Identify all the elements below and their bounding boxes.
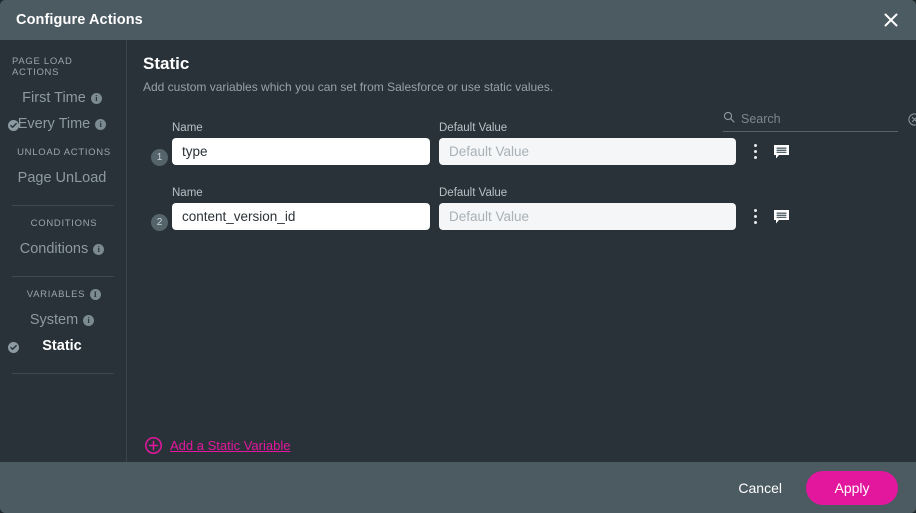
kebab-menu-icon[interactable] — [754, 209, 758, 224]
sidebar-item-conditions[interactable]: Conditions i — [0, 236, 126, 262]
column-header-name: Name — [172, 122, 203, 134]
apply-button[interactable]: Apply — [806, 470, 898, 505]
configure-actions-dialog: Configure Actions PAGE LOAD ACTIONS Firs… — [0, 0, 916, 513]
dialog-body: PAGE LOAD ACTIONS First Time i Every Tim… — [0, 40, 916, 462]
page-subtitle: Add custom variables which you can set f… — [143, 80, 554, 94]
sidebar-divider-1 — [12, 205, 114, 206]
dialog-titlebar: Configure Actions — [0, 0, 916, 40]
variable-default-value-input[interactable] — [439, 203, 736, 230]
sidebar-item-label: First Time — [22, 90, 86, 106]
info-icon[interactable]: i — [95, 118, 107, 130]
sidebar-group-variables: VARIABLES i — [0, 289, 126, 300]
row-index-badge: 2 — [151, 214, 168, 231]
static-variables-list: Name Default Value 1 type Default Value … — [143, 122, 898, 252]
clear-circle-icon[interactable] — [908, 112, 916, 126]
check-circle-icon — [8, 341, 19, 353]
column-header-name: Name — [172, 187, 203, 199]
sidebar-group-unload-actions: UNLOAD ACTIONS — [0, 147, 126, 158]
comment-icon[interactable] — [773, 144, 790, 160]
sidebar-group-conditions: CONDITIONS — [0, 218, 126, 229]
sidebar-item-label: Static — [42, 338, 82, 354]
row-actions — [754, 144, 790, 160]
row-fields — [143, 203, 898, 230]
column-header-default-value: Default Value — [439, 187, 508, 199]
sidebar-group-label: CONDITIONS — [30, 218, 98, 229]
sidebar-item-label: Page UnLoad — [17, 170, 107, 186]
variable-default-value-input[interactable] — [439, 138, 736, 165]
variable-name-input[interactable] — [172, 138, 430, 165]
sidebar-item-label: System — [29, 312, 79, 328]
sidebar-group-label: UNLOAD ACTIONS — [17, 147, 111, 158]
main-panel: Static Add custom variables which you ca… — [127, 40, 916, 462]
sidebar-group-label: VARIABLES — [26, 289, 86, 300]
sidebar: PAGE LOAD ACTIONS First Time i Every Tim… — [0, 40, 127, 462]
sidebar-item-label: Conditions — [19, 241, 89, 257]
sidebar-item-static[interactable]: Static — [0, 333, 126, 359]
row-actions — [754, 209, 790, 225]
cancel-button[interactable]: Cancel — [738, 480, 782, 496]
dialog-footer: Cancel Apply — [0, 462, 916, 513]
add-static-variable-button[interactable]: Add a Static Variable — [145, 437, 290, 454]
sidebar-item-every-time[interactable]: Every Time i — [0, 111, 126, 137]
sidebar-item-page-unload[interactable]: Page UnLoad — [0, 165, 126, 191]
row-labels: Name Default Value — [143, 187, 898, 199]
kebab-menu-icon[interactable] — [754, 144, 758, 159]
check-circle-icon — [8, 119, 19, 131]
add-static-variable-label: Add a Static Variable — [170, 438, 291, 453]
sidebar-item-system[interactable]: System i — [0, 307, 126, 333]
sidebar-group-page-load-actions: PAGE LOAD ACTIONS — [0, 56, 126, 78]
variable-name-input[interactable] — [172, 203, 430, 230]
sidebar-item-label: Every Time — [17, 116, 91, 132]
row-index-badge: 1 — [151, 149, 168, 166]
table-row: Name Default Value 1 — [143, 122, 898, 187]
info-icon[interactable]: i — [83, 314, 95, 326]
info-icon[interactable]: i — [93, 243, 105, 255]
comment-icon[interactable] — [773, 209, 790, 225]
sidebar-divider-2 — [12, 276, 114, 277]
plus-circle-icon — [145, 437, 162, 454]
row-fields — [143, 138, 898, 165]
info-icon[interactable]: i — [90, 92, 102, 104]
info-icon[interactable]: i — [90, 289, 102, 300]
table-row: Name Default Value 2 — [143, 187, 898, 252]
column-header-default-value: Default Value — [439, 122, 508, 134]
page-title: Static — [143, 54, 190, 73]
sidebar-group-label: PAGE LOAD ACTIONS — [12, 56, 73, 78]
close-icon[interactable] — [878, 7, 904, 33]
dialog-title: Configure Actions — [16, 12, 143, 28]
sidebar-item-first-time[interactable]: First Time i — [0, 85, 126, 111]
sidebar-divider-3 — [12, 373, 114, 374]
row-labels: Name Default Value — [143, 122, 898, 134]
